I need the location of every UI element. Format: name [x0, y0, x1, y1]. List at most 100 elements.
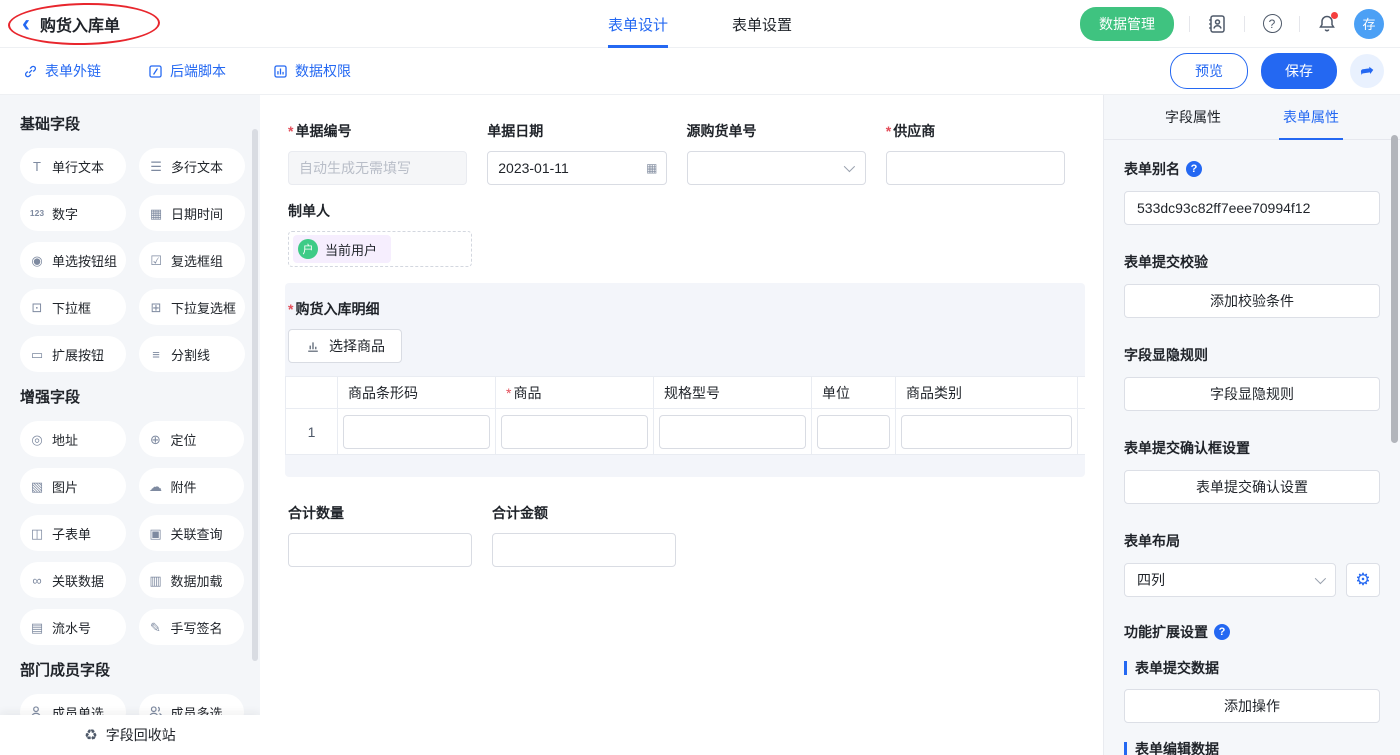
pill-label: 附件 — [171, 477, 197, 496]
field-recycle-bin[interactable]: ♻ 字段回收站 — [0, 715, 260, 755]
field-visibility-label: 字段显隐规则 — [1124, 345, 1208, 365]
field-source-no[interactable]: 源购货单号 — [687, 121, 866, 185]
pill-multi-line-text[interactable]: ☰多行文本 — [139, 148, 245, 184]
help-icon[interactable]: ? — [1260, 12, 1284, 36]
preview-button[interactable]: 预览 — [1170, 53, 1248, 89]
layout-settings-button[interactable]: ⚙ — [1346, 563, 1380, 597]
layout-select[interactable]: 四列 — [1124, 563, 1336, 597]
extension-settings-label: 功能扩展设置 — [1124, 622, 1208, 642]
select-icon: ⊡ — [29, 301, 45, 314]
category-input[interactable] — [901, 415, 1072, 449]
pill-location[interactable]: ⊕定位 — [139, 421, 245, 457]
help-icon[interactable]: ? — [1186, 161, 1202, 177]
source-no-select[interactable] — [687, 151, 866, 185]
section-title-basic-fields: 基础字段 — [20, 113, 244, 134]
pill-datetime[interactable]: ▦日期时间 — [139, 195, 245, 231]
field-doc-date[interactable]: 单据日期 ▦ — [487, 121, 666, 185]
backend-script-link[interactable]: 后端脚本 — [147, 61, 226, 81]
sidebar-scrollbar[interactable] — [252, 129, 258, 661]
form-layout-label: 表单布局 — [1124, 531, 1180, 551]
pill-serial-number[interactable]: ▤流水号 — [20, 609, 126, 645]
pill-number[interactable]: 123数字 — [20, 195, 126, 231]
field-visibility-button[interactable]: 字段显隐规则 — [1124, 377, 1380, 411]
form-alias-input[interactable] — [1124, 191, 1380, 225]
pill-extend-button[interactable]: ▭扩展按钮 — [20, 336, 126, 372]
field-creator[interactable]: 制单人 户 当前用户 — [288, 201, 472, 267]
tab-form-properties[interactable]: 表单属性 — [1283, 95, 1339, 139]
field-label: 源购货单号 — [687, 121, 757, 141]
pill-attachment[interactable]: ☁附件 — [139, 468, 245, 504]
detail-subform-section[interactable]: *购货入库明细 选择商品 商品条形码 *商品 规格型号 — [285, 283, 1085, 477]
detail-label: 购货入库明细 — [295, 299, 379, 319]
field-supplier[interactable]: *供应商 — [886, 121, 1065, 185]
supplier-input[interactable] — [886, 151, 1065, 185]
pill-signature[interactable]: ✎手写签名 — [139, 609, 245, 645]
multi-select-icon: ⊞ — [148, 301, 164, 314]
select-product-button[interactable]: 选择商品 — [288, 329, 402, 363]
form-canvas[interactable]: *单据编号 单据日期 ▦ 源购货单号 *供应商 制单人 — [260, 95, 1103, 755]
group-extension-settings: 功能扩展设置 ? 表单提交数据 添加操作 表单编辑数据 添加操作 — [1124, 622, 1380, 755]
doc-date-input[interactable] — [487, 151, 666, 185]
pill-subform[interactable]: ◫子表单 — [20, 515, 126, 551]
add-validation-button[interactable]: 添加校验条件 — [1124, 284, 1380, 318]
group-field-visibility: 字段显隐规则 字段显隐规则 — [1124, 345, 1380, 411]
multi-line-text-icon: ☰ — [148, 160, 164, 173]
group-form-layout: 表单布局 四列 ⚙ — [1124, 531, 1380, 597]
user-avatar[interactable]: 存 — [1354, 9, 1384, 39]
data-permission-link[interactable]: 数据权限 — [272, 61, 351, 81]
gear-icon: ⚙ — [1355, 570, 1370, 590]
submit-confirm-button[interactable]: 表单提交确认设置 — [1124, 470, 1380, 504]
spec-input[interactable] — [659, 415, 806, 449]
form-external-link[interactable]: 表单外链 — [22, 61, 101, 81]
user-tag-avatar-icon: 户 — [298, 239, 318, 259]
creator-value-box[interactable]: 户 当前用户 — [288, 231, 472, 267]
pill-radio-group[interactable]: ◉单选按钮组 — [20, 242, 126, 278]
pill-label: 关联数据 — [52, 571, 104, 590]
pill-linked-query[interactable]: ▣关联查询 — [139, 515, 245, 551]
pill-multi-select[interactable]: ⊞下拉复选框 — [139, 289, 245, 325]
bell-icon[interactable] — [1315, 12, 1339, 36]
topbar-left: ‹ 购货入库单 — [22, 12, 120, 36]
back-icon[interactable]: ‹ — [22, 14, 30, 34]
help-icon[interactable]: ? — [1214, 624, 1230, 640]
tab-form-settings[interactable]: 表单设置 — [732, 0, 792, 48]
required-mark: * — [886, 123, 891, 139]
col-product: *商品 — [496, 377, 654, 409]
pill-linked-data[interactable]: ∞ 关联数据 — [20, 562, 126, 598]
pill-label: 地址 — [52, 430, 78, 449]
save-button[interactable]: 保存 — [1261, 53, 1337, 89]
data-manage-button[interactable]: 数据管理 — [1080, 7, 1174, 41]
pill-image[interactable]: ▧图片 — [20, 468, 126, 504]
pill-address[interactable]: ◎地址 — [20, 421, 126, 457]
doc-no-input[interactable] — [288, 151, 467, 185]
total-amount-input[interactable] — [492, 533, 676, 567]
field-total-amount[interactable]: 合计金额 — [492, 503, 676, 567]
field-label: 单据日期 — [487, 121, 543, 141]
contacts-icon[interactable] — [1205, 12, 1229, 36]
data-permission-label: 数据权限 — [295, 61, 351, 81]
topbar-right: 数据管理 ? 存 — [1080, 7, 1384, 41]
field-label: 供应商 — [893, 121, 935, 141]
pill-checkbox-group[interactable]: ☑复选框组 — [139, 242, 245, 278]
share-button[interactable]: ➦ — [1350, 54, 1384, 88]
current-user-tag[interactable]: 户 当前用户 — [293, 235, 391, 263]
serial-number-icon: ▤ — [29, 621, 45, 634]
linked-data-icon: ∞ — [29, 574, 45, 587]
col-category: 商品类别 — [896, 377, 1078, 409]
submit-data-add-button[interactable]: 添加操作 — [1124, 689, 1380, 723]
unit-input[interactable] — [817, 415, 890, 449]
checkbox-icon: ☑ — [148, 254, 164, 267]
field-doc-no[interactable]: *单据编号 — [288, 121, 467, 185]
field-total-qty[interactable]: 合计数量 — [288, 503, 472, 567]
barcode-input[interactable] — [343, 415, 490, 449]
group-form-alias: 表单别名 ? — [1124, 159, 1380, 225]
pill-select[interactable]: ⊡下拉框 — [20, 289, 126, 325]
pill-single-line-text[interactable]: T单行文本 — [20, 148, 126, 184]
pill-divider-line[interactable]: ≡分割线 — [139, 336, 245, 372]
panel-scrollbar[interactable] — [1391, 135, 1398, 443]
tab-field-properties[interactable]: 字段属性 — [1165, 95, 1221, 139]
tab-form-design[interactable]: 表单设计 — [608, 0, 668, 48]
total-qty-input[interactable] — [288, 533, 472, 567]
product-input[interactable] — [501, 415, 648, 449]
pill-data-load[interactable]: ▥数据加载 — [139, 562, 245, 598]
